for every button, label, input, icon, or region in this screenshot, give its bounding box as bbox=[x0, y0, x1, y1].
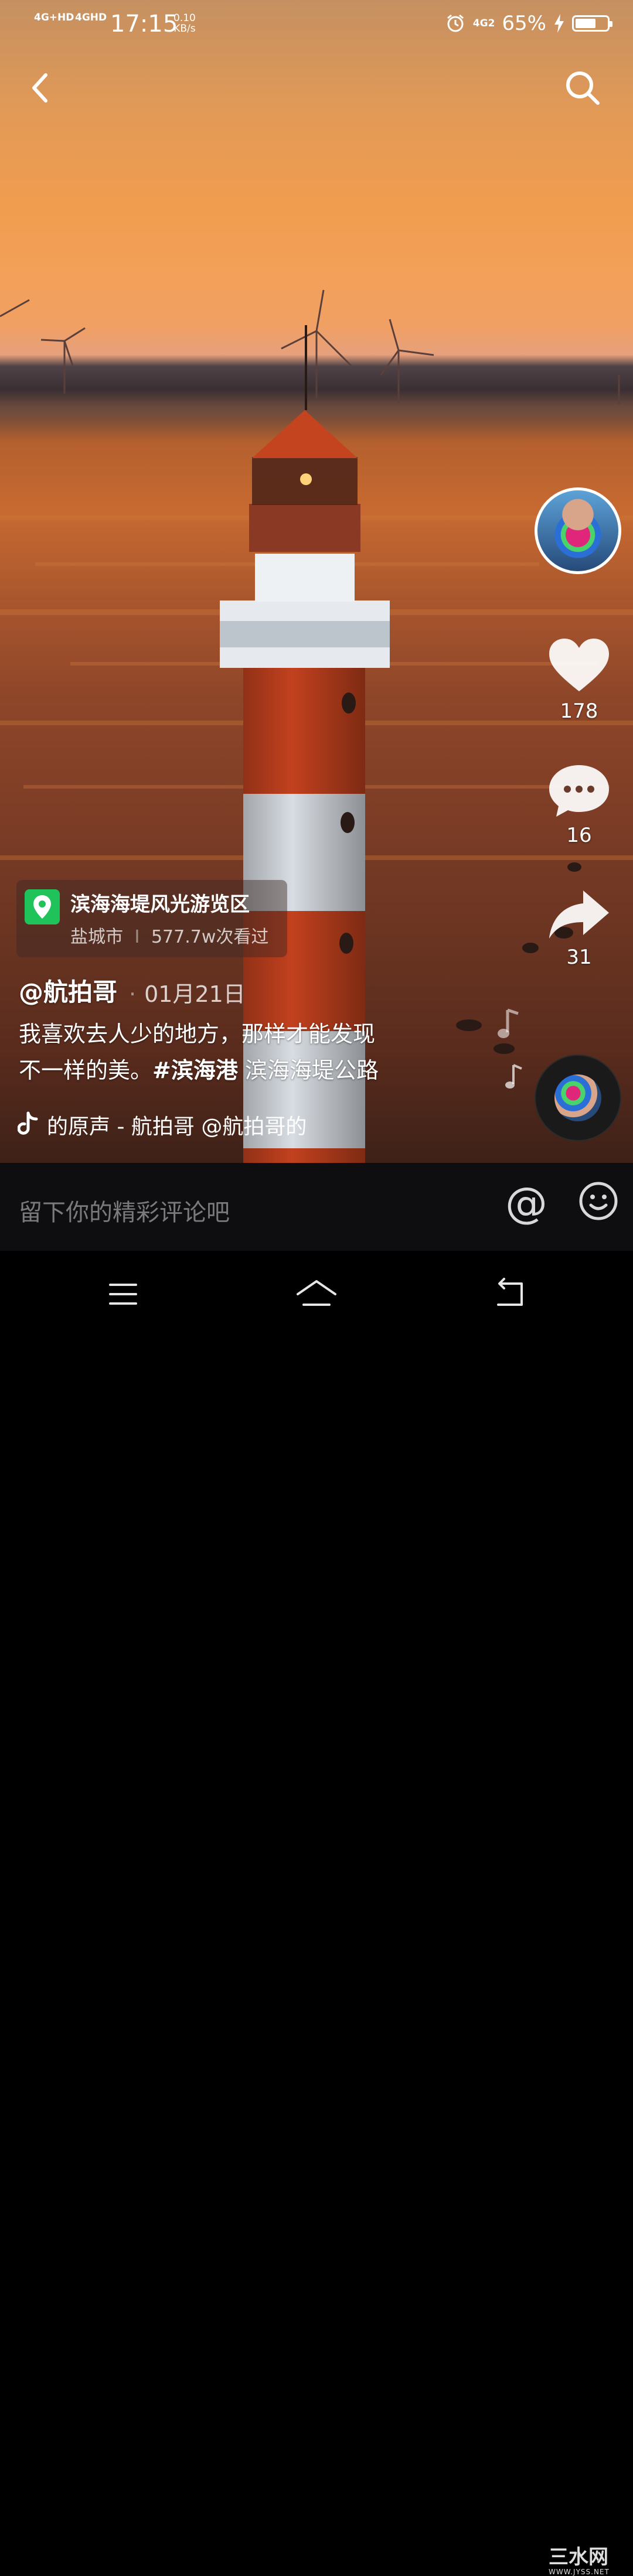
back-button[interactable] bbox=[18, 64, 64, 111]
search-button[interactable] bbox=[559, 64, 606, 111]
alarm-icon bbox=[447, 14, 464, 32]
back-nav-button[interactable] bbox=[486, 1271, 533, 1318]
battery-icon bbox=[572, 15, 612, 32]
emoji-icon[interactable] bbox=[578, 1180, 619, 1222]
system-navbar: 三水网 WWW.JYSS.NET bbox=[0, 1251, 633, 2576]
like-button[interactable]: 178 bbox=[538, 636, 620, 723]
tiktok-note-icon bbox=[18, 1111, 38, 1135]
music-cover bbox=[554, 1074, 601, 1121]
clock: 17:15 bbox=[110, 11, 178, 37]
comment-button[interactable]: 16 bbox=[538, 763, 620, 847]
signal-1-label: 4G+HD bbox=[34, 12, 74, 23]
video-caption: 我喜欢去人少的地方，那样才能发现 不一样的美。#滨海港 滨海海堤公路 bbox=[19, 1016, 452, 1089]
share-arrow-icon bbox=[549, 890, 609, 939]
date-separator: · bbox=[129, 981, 137, 1007]
share-count: 31 bbox=[566, 946, 592, 969]
status-right: 4G2 65% bbox=[445, 12, 612, 35]
comment-icon bbox=[549, 765, 609, 817]
home-icon bbox=[297, 1280, 336, 1306]
location-badge[interactable]: 滨海海堤风光游览区 盐城市 I 577.7w次看过 bbox=[16, 880, 287, 957]
menu-icon bbox=[109, 1284, 137, 1305]
caption-line-1: 我喜欢去人少的地方，那样才能发现 bbox=[19, 1021, 376, 1047]
home-button[interactable] bbox=[293, 1271, 340, 1318]
location-name: 滨海海堤风光游览区 bbox=[70, 893, 250, 916]
location-city: 盐城市 bbox=[70, 927, 123, 947]
watermark: 三水网 WWW.JYSS.NET bbox=[549, 2546, 610, 2576]
location-separator: I bbox=[134, 927, 140, 947]
music-disc[interactable] bbox=[535, 1055, 621, 1141]
search-icon bbox=[566, 71, 600, 105]
comment-bar: 留下你的精彩评论吧 @ bbox=[0, 1163, 633, 1251]
music-notes bbox=[492, 1006, 528, 1097]
location-views: 577.7w次看过 bbox=[151, 927, 269, 947]
post-date: · 01月21日 bbox=[129, 981, 246, 1007]
chevron-left-icon bbox=[32, 73, 47, 103]
like-count: 178 bbox=[560, 700, 598, 723]
location-pin-icon bbox=[25, 889, 60, 924]
wind-turbines bbox=[0, 289, 620, 404]
back-arrow-icon bbox=[497, 1278, 523, 1306]
net-speed: 0.10 KB/s bbox=[173, 12, 196, 35]
music-title: 的原声 - 航拍哥 @航拍哥的 bbox=[47, 1115, 307, 1139]
status-bar: 4G+HD 4GHD 17:15 0.10 KB/s 4G2 65% bbox=[0, 0, 633, 53]
heart-icon bbox=[549, 639, 609, 691]
share-button[interactable]: 31 bbox=[538, 888, 620, 969]
author-avatar[interactable] bbox=[535, 487, 621, 574]
location-meta: 盐城市 I 577.7w次看过 bbox=[70, 922, 268, 948]
comment-count: 16 bbox=[566, 824, 592, 847]
music-info[interactable]: 的原声 - 航拍哥 @航拍哥的 bbox=[18, 1108, 307, 1139]
comment-input[interactable]: 留下你的精彩评论吧 bbox=[19, 1193, 230, 1227]
hashtag-link[interactable]: #滨海港 bbox=[152, 1057, 238, 1083]
mention-button[interactable]: @ bbox=[505, 1179, 547, 1226]
network-2-label: 4G2 bbox=[472, 18, 495, 29]
charging-icon bbox=[554, 14, 564, 33]
menu-button[interactable] bbox=[100, 1271, 147, 1318]
battery-percent: 65% bbox=[502, 12, 546, 35]
author-name[interactable]: @航拍哥 bbox=[19, 973, 117, 1008]
caption-line-2: 不一样的美。#滨海港 滨海海堤公路 bbox=[19, 1057, 379, 1083]
music-note-icon bbox=[498, 1008, 522, 1089]
signal-2-label: 4GHD bbox=[75, 12, 107, 23]
